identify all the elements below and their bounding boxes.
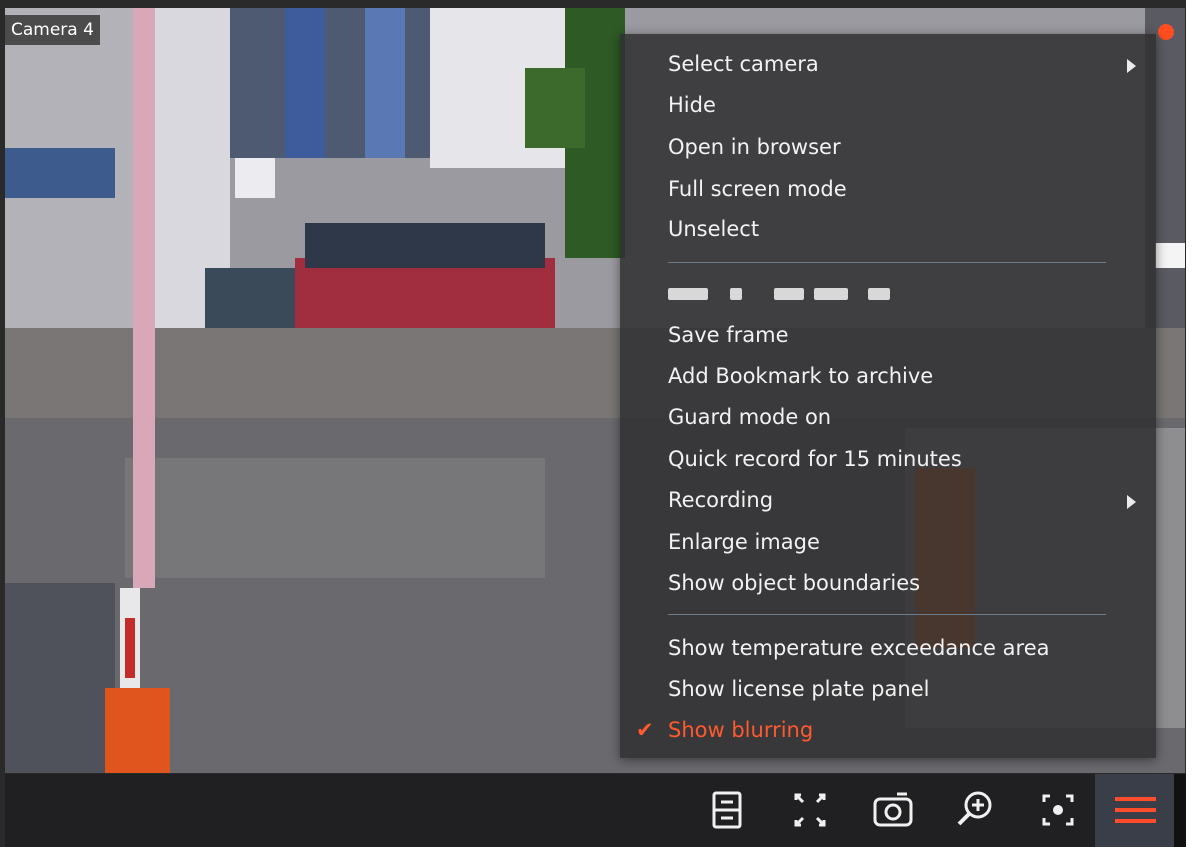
menu-item-show-blurring[interactable]: ✔ Show blurring (620, 712, 1156, 748)
focus-button[interactable] (1032, 784, 1084, 836)
menu-item-show-temperature-area[interactable]: Show temperature exceedance area (620, 630, 1156, 666)
menu-separator (668, 614, 1106, 615)
menu-item-label: Show blurring (668, 718, 814, 742)
menu-item-label: Recording (668, 488, 774, 512)
menu-item-label: Full screen mode (668, 177, 847, 201)
menu-item-label: Show temperature exceedance area (668, 636, 1050, 660)
toolbar-edge (1174, 774, 1186, 847)
camera-viewport: Camera 4 Select camera Hide Open in brow… (0, 0, 1196, 847)
menu-item-guard-mode-on[interactable]: Guard mode on (620, 399, 1156, 435)
recording-indicator-icon (1158, 24, 1174, 40)
menu-item-open-in-browser[interactable]: Open in browser (620, 129, 1156, 165)
fullscreen-button[interactable] (784, 784, 836, 836)
menu-item-label: Unselect (668, 217, 760, 241)
menu-icon (1115, 797, 1156, 823)
menu-item-show-license-plate-panel[interactable]: Show license plate panel (620, 671, 1156, 707)
menu-item-quick-record[interactable]: Quick record for 15 minutes (620, 441, 1156, 477)
zoom-in-icon (957, 791, 992, 826)
camera-title-label: Camera 4 (5, 15, 100, 45)
menu-item-show-object-boundaries[interactable]: Show object boundaries (620, 565, 1156, 601)
layout-button[interactable] (701, 784, 753, 836)
menu-item-label: Open in browser (668, 135, 841, 159)
menu-item-label: Show object boundaries (668, 571, 921, 595)
menu-item-save-frame[interactable]: Save frame (620, 317, 1156, 353)
window-edge (1186, 0, 1196, 847)
menu-item-label: Enlarge image (668, 530, 820, 554)
zoom-in-button[interactable] (949, 784, 1001, 836)
focus-icon (1042, 794, 1074, 826)
menu-item-recording[interactable]: Recording (620, 482, 1156, 518)
snapshot-icon (873, 792, 913, 827)
menu-item-enlarge-image[interactable]: Enlarge image (620, 524, 1156, 560)
menu-item-label: Select camera (668, 52, 819, 76)
menu-item-label: Hide (668, 93, 716, 117)
camera-toolbar (5, 774, 1175, 847)
menu-item-unselect[interactable]: Unselect (620, 211, 1156, 247)
snapshot-button[interactable] (867, 784, 919, 836)
layout-icon (712, 791, 742, 829)
fullscreen-icon (794, 793, 826, 827)
menu-item-full-screen-mode[interactable]: Full screen mode (620, 171, 1156, 207)
menu-item-add-bookmark[interactable]: Add Bookmark to archive (620, 358, 1156, 394)
menu-separator (668, 262, 1106, 263)
menu-item-hide[interactable]: Hide (620, 87, 1156, 123)
menu-item-label: Show license plate panel (668, 677, 930, 701)
submenu-arrow-icon (1127, 59, 1136, 73)
camera-context-menu: Select camera Hide Open in browser Full … (620, 34, 1156, 758)
checkmark-icon: ✔ (636, 718, 654, 742)
submenu-arrow-icon (1127, 495, 1136, 509)
menu-item-select-camera[interactable]: Select camera (620, 46, 1156, 82)
menu-item-label: Add Bookmark to archive (668, 364, 934, 388)
menu-item-label: Save frame (668, 323, 789, 347)
menu-item-obscured[interactable] (668, 282, 908, 308)
menu-button[interactable] (1095, 774, 1175, 847)
menu-item-label: Guard mode on (668, 405, 832, 429)
menu-item-label: Quick record for 15 minutes (668, 447, 962, 471)
